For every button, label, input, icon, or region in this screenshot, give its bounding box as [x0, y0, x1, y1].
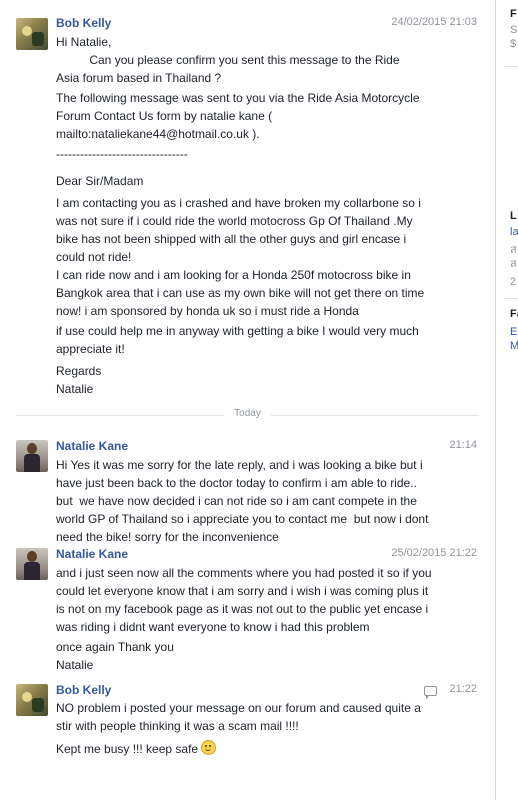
date-divider: Today	[0, 408, 495, 419]
avatar-detail	[32, 32, 44, 46]
sidebar-link[interactable]: E	[510, 326, 517, 338]
message-timestamp: 21:14	[449, 439, 477, 451]
sidebar-text: $	[510, 38, 517, 50]
right-sidebar: F S $ L la ส ส 2 Fa E M	[496, 0, 518, 800]
avatar-bob-kelly[interactable]	[16, 684, 48, 716]
sidebar-text: 2	[510, 276, 517, 288]
sender-name[interactable]: Natalie Kane	[56, 547, 128, 561]
sidebar-text: S	[510, 24, 518, 36]
message-paragraph: Regards Natalie	[56, 364, 102, 396]
sidebar-heading: Fa	[510, 308, 518, 320]
message-paragraph: Dear Sir/Madam	[56, 174, 144, 188]
message-timestamp: 24/02/2015 21:03	[391, 16, 477, 28]
sidebar-heading: L	[510, 210, 517, 222]
avatar-natalie-kane[interactable]	[16, 440, 48, 472]
message-paragraph: once again Thank you Natalie	[56, 640, 174, 672]
sidebar-divider	[504, 66, 518, 67]
message-text: Kept me busy !!! keep safe	[56, 742, 199, 756]
sidebar-link[interactable]: M	[510, 340, 518, 352]
message-timestamp: 25/02/2015 21:22	[391, 547, 477, 559]
sidebar-heading: F	[510, 8, 517, 20]
smiley-emoji-icon	[201, 740, 217, 755]
avatar-bob-kelly[interactable]	[16, 18, 48, 50]
avatar-detail	[22, 26, 32, 36]
avatar-detail	[27, 443, 37, 454]
avatar-natalie-kane[interactable]	[16, 548, 48, 580]
message-paragraph: and i just seen now all the comments whe…	[56, 566, 432, 634]
date-divider-label: Today	[228, 408, 267, 419]
avatar-detail	[32, 698, 44, 712]
message-paragraph: I am contacting you as i crashed and hav…	[56, 196, 421, 264]
sidebar-link[interactable]: la	[510, 226, 518, 238]
sidebar-text: ส	[510, 258, 517, 270]
message-thread: Bob Kelly 24/02/2015 21:03 Hi Natalie, C…	[0, 0, 495, 800]
reply-icon[interactable]	[424, 686, 437, 699]
message-paragraph: NO problem i posted your message on our …	[56, 701, 421, 733]
message-timestamp: 21:22	[449, 683, 477, 695]
message-paragraph: I can ride now and i am looking for a Ho…	[56, 268, 425, 318]
avatar-detail	[27, 551, 37, 562]
message-paragraph: The following message was sent to you vi…	[56, 91, 420, 141]
avatar-detail	[24, 454, 40, 472]
sender-name[interactable]: Bob Kelly	[56, 16, 111, 30]
sender-name[interactable]: Bob Kelly	[56, 683, 111, 697]
message-last-paragraph: Kept me busy !!! keep safe	[56, 740, 476, 758]
avatar-detail	[22, 692, 32, 702]
sender-name[interactable]: Natalie Kane	[56, 439, 128, 453]
message-paragraph: Hi Yes it was me sorry for the late repl…	[56, 458, 429, 544]
message-paragraph: ---------------------------------	[56, 147, 188, 161]
avatar-detail	[24, 562, 40, 580]
message-paragraph: if use could help me in anyway with gett…	[56, 324, 419, 356]
sidebar-divider	[504, 298, 518, 299]
message-paragraph: Hi Natalie, Can you please confirm you s…	[56, 35, 400, 85]
